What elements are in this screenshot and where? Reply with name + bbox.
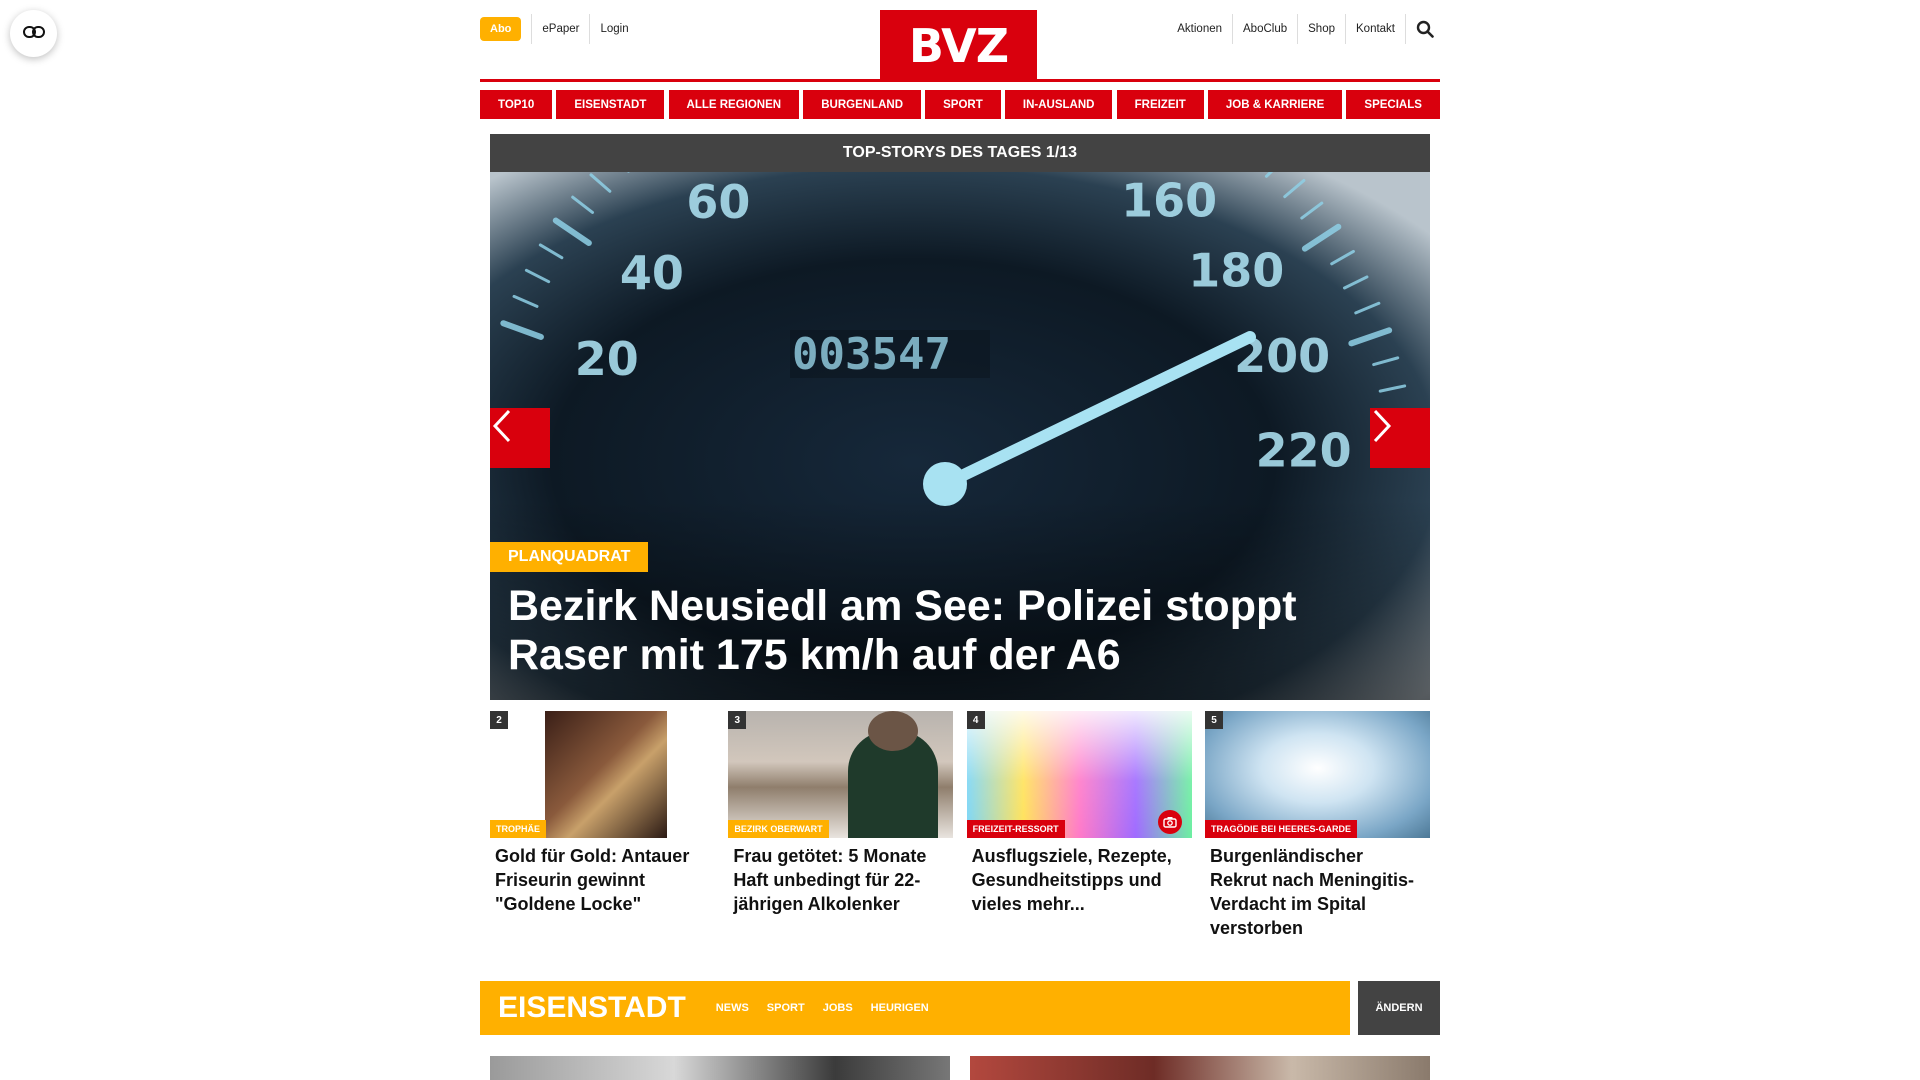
speedo-number: 220	[1256, 424, 1352, 478]
slider-prev-button[interactable]	[490, 408, 550, 468]
hero-headline[interactable]: Bezirk Neusiedl am See: Polizei stoppt R…	[508, 582, 1368, 680]
abo-button[interactable]: Abo	[480, 17, 522, 41]
region-bar: EISENSTADT NEWS SPORT JOBS HEURIGEN	[480, 981, 1350, 1035]
nav-item-freizeit[interactable]: FREIZEIT	[1116, 90, 1204, 119]
nav-item-alle-regionen[interactable]: ALLE REGIONEN	[668, 90, 800, 119]
nav-item-in-ausland[interactable]: IN-AUSLAND	[1004, 90, 1113, 119]
region-link-heurigen[interactable]: HEURIGEN	[871, 1002, 929, 1014]
speedo-number: 40	[620, 246, 684, 300]
slider-next-button[interactable]	[1370, 408, 1430, 468]
region-title[interactable]: EISENSTADT	[498, 991, 686, 1025]
story-title[interactable]: Ausflugsziele, Rezepte, Gesundheitstipps…	[967, 838, 1192, 916]
story-card[interactable]: 4 FREIZEIT-RESSORT Ausflugsziele, Rezept…	[966, 711, 1192, 940]
nav-item-sport[interactable]: SPORT	[925, 90, 1001, 119]
speedo-number: 140	[1038, 172, 1134, 178]
epaper-link[interactable]: ePaper	[531, 14, 589, 44]
nav-item-eisenstadt[interactable]: EISENSTADT	[556, 90, 665, 119]
teaser-image[interactable]	[970, 1056, 1430, 1080]
nav-item-job-karriere[interactable]: JOB & KARRIERE	[1207, 90, 1343, 119]
top-stories-slider: TOP-STORYS DES TAGES 1/13 20406080100120…	[490, 134, 1430, 700]
story-image[interactable]: 5 TRAGÖDIE BEI HEERES-GARDE	[1204, 711, 1430, 838]
reader-view-icon	[22, 25, 45, 43]
teaser-image[interactable]	[490, 1056, 950, 1080]
speedo-number: 180	[1188, 243, 1284, 297]
story-title[interactable]: Frau getötet: 5 Monate Haft unbedingt fü…	[728, 838, 953, 916]
chevron-right-icon	[1373, 409, 1392, 443]
top-right-links: Aktionen AboClub Shop Kontakt	[1167, 14, 1440, 44]
region-link-sport[interactable]: SPORT	[767, 1002, 805, 1014]
story-rank: 5	[1204, 711, 1223, 729]
main-nav: TOP10 EISENSTADT ALLE REGIONEN BURGENLAN…	[480, 90, 1440, 119]
odometer-reading: 003547	[792, 329, 951, 380]
nav-item-burgenland[interactable]: BURGENLAND	[803, 90, 921, 119]
story-image[interactable]: 4 FREIZEIT-RESSORT	[966, 711, 1192, 838]
top-bar: Abo ePaper Login BVZ Aktionen AboClub Sh…	[480, 0, 1440, 82]
page-container: Abo ePaper Login BVZ Aktionen AboClub Sh…	[480, 0, 1440, 1080]
story-category-tag: TROPHÄE	[490, 820, 547, 838]
nav-item-top10[interactable]: TOP10	[480, 90, 553, 119]
story-image[interactable]: 2 TROPHÄE	[490, 711, 715, 838]
region-section-header: EISENSTADT NEWS SPORT JOBS HEURIGEN ÄNDE…	[480, 981, 1440, 1035]
search-icon[interactable]	[1410, 14, 1440, 44]
section-teasers	[490, 1056, 1430, 1080]
nav-item-specials[interactable]: SPECIALS	[1346, 90, 1440, 119]
story-category-tag: FREIZEIT-RESSORT	[966, 820, 1065, 838]
slider-header: TOP-STORYS DES TAGES 1/13	[490, 134, 1430, 172]
story-rank: 2	[490, 711, 508, 729]
chevron-left-icon	[492, 409, 511, 443]
reader-view-button[interactable]	[10, 10, 57, 57]
hero-image[interactable]: 20406080100120140160180200220 003547 PLA…	[490, 172, 1430, 700]
region-link-jobs[interactable]: JOBS	[823, 1002, 853, 1014]
story-category-tag: TRAGÖDIE BEI HEERES-GARDE	[1204, 820, 1357, 838]
story-title[interactable]: Burgenländischer Rekrut nach Meningitis-…	[1205, 838, 1430, 940]
camera-icon	[1162, 817, 1177, 828]
speedo-number: 60	[686, 175, 750, 229]
story-rank: 4	[966, 711, 985, 729]
story-category-tag: BEZIRK OBERWART	[728, 820, 829, 838]
speedo-number: 80	[769, 172, 833, 179]
story-card[interactable]: 2 TROPHÄE Gold für Gold: Antauer Friseur…	[490, 711, 715, 940]
shop-link[interactable]: Shop	[1298, 14, 1346, 44]
story-card[interactable]: 3 BEZIRK OBERWART Frau getötet: 5 Monate…	[728, 711, 954, 940]
change-region-button[interactable]: ÄNDERN	[1358, 981, 1440, 1035]
story-card[interactable]: 5 TRAGÖDIE BEI HEERES-GARDE Burgenländis…	[1204, 711, 1430, 940]
aktionen-link[interactable]: Aktionen	[1167, 14, 1234, 44]
story-list: 2 TROPHÄE Gold für Gold: Antauer Friseur…	[490, 711, 1430, 940]
story-image[interactable]: 3 BEZIRK OBERWART	[728, 711, 954, 838]
speedo-number: 20	[575, 332, 639, 386]
hero-category-tag[interactable]: PLANQUADRAT	[490, 542, 649, 572]
region-link-news[interactable]: NEWS	[716, 1002, 749, 1014]
site-logo[interactable]: BVZ	[880, 10, 1037, 82]
kontakt-link[interactable]: Kontakt	[1346, 14, 1406, 44]
gallery-badge	[1157, 810, 1182, 834]
aboclub-link[interactable]: AboClub	[1233, 14, 1299, 44]
top-left-links: Abo ePaper Login	[480, 14, 639, 44]
login-link[interactable]: Login	[589, 14, 638, 44]
story-rank: 3	[728, 711, 747, 729]
story-title[interactable]: Gold für Gold: Antauer Friseurin gewinnt…	[490, 838, 715, 916]
speedo-number: 160	[1121, 173, 1217, 227]
